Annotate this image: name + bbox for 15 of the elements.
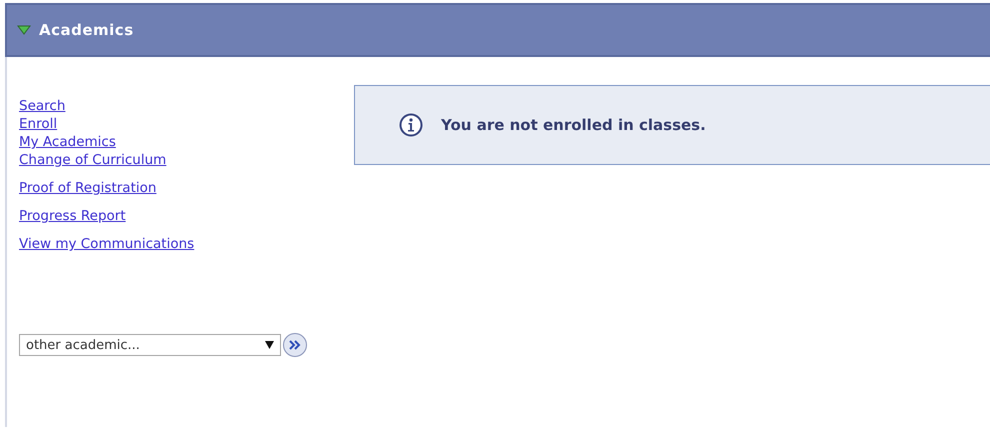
nav-link[interactable]: Change of Curriculum: [19, 151, 166, 169]
go-button[interactable]: [283, 333, 307, 357]
dropdown-arrow-icon: [265, 341, 274, 349]
section-title: Academics: [39, 21, 134, 39]
nav-link[interactable]: My Academics: [19, 133, 116, 151]
message-text: You are not enrolled in classes.: [441, 116, 706, 134]
nav-link[interactable]: View my Communications: [19, 235, 194, 253]
nav-link[interactable]: Search: [19, 97, 66, 115]
nav-link[interactable]: Proof of Registration: [19, 179, 156, 197]
double-chevron-icon: [289, 340, 301, 350]
nav-link[interactable]: Enroll: [19, 115, 58, 133]
dropdown[interactable]: other academic...: [19, 334, 281, 356]
nav-link[interactable]: Progress Report: [19, 207, 126, 225]
collapse-triangle-icon[interactable]: [17, 25, 31, 35]
info-icon: [399, 113, 423, 137]
